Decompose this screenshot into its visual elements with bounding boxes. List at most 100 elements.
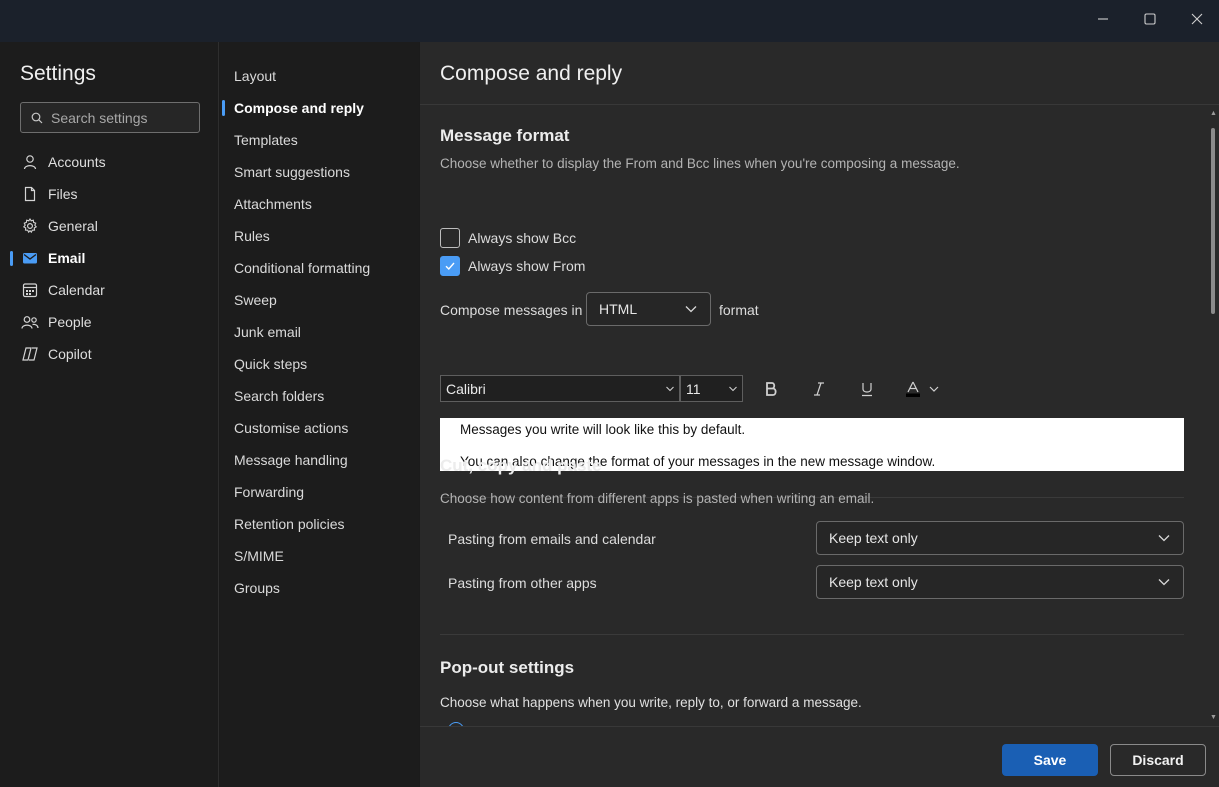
sidebar-item-people[interactable]: People [0, 308, 218, 336]
always-show-bcc-row[interactable]: Always show Bcc [440, 228, 576, 248]
preview-line-1: Messages you write will look like this b… [460, 422, 746, 437]
search-input[interactable] [51, 109, 191, 126]
title-bar [0, 0, 1219, 42]
subnav-item-attachments[interactable]: Attachments [220, 190, 419, 218]
underline-button[interactable] [854, 376, 880, 402]
scroll-up-arrow-icon[interactable]: ▲ [1210, 110, 1217, 117]
paste-other-apps-label: Pasting from other apps [448, 575, 597, 591]
format-suffix-label: format [719, 302, 759, 318]
checkmark-icon [445, 262, 455, 271]
bold-icon [766, 382, 777, 396]
search-icon [31, 112, 43, 123]
active-indicator [222, 100, 225, 116]
calendar-icon [21, 281, 39, 299]
subnav-item-search-folders[interactable]: Search folders [220, 382, 419, 410]
always-show-bcc-label: Always show Bcc [468, 230, 577, 246]
email-settings-nav: Layout Compose and reply Templates Smart… [220, 42, 419, 787]
save-button[interactable]: Save [1002, 744, 1098, 776]
font-family-value: Calibri [446, 380, 486, 397]
paste-other-apps-dropdown[interactable]: Keep text only [816, 565, 1184, 599]
settings-sidebar: Settings Accounts Files General Email Ca… [0, 42, 219, 787]
close-icon [1191, 13, 1203, 25]
sidebar-item-label: Accounts [48, 154, 106, 170]
subnav-item-conditional-formatting[interactable]: Conditional formatting [220, 254, 419, 282]
copilot-icon [21, 345, 39, 363]
maximize-icon [1144, 13, 1156, 25]
font-family-select[interactable]: Calibri [440, 375, 680, 402]
sidebar-item-label: People [48, 314, 92, 330]
message-format-description: Choose whether to display the From and B… [440, 156, 960, 171]
always-show-from-row[interactable]: Always show From [440, 256, 585, 276]
italic-button[interactable] [806, 376, 832, 402]
sidebar-item-label: Calendar [48, 282, 105, 298]
sidebar-item-copilot[interactable]: Copilot [0, 340, 218, 368]
subnav-item-junk-email[interactable]: Junk email [220, 318, 419, 346]
chevron-down-icon [1158, 579, 1170, 586]
subnav-item-rules[interactable]: Rules [220, 222, 419, 250]
paste-emails-calendar-dropdown[interactable]: Keep text only [816, 521, 1184, 555]
subnav-item-layout[interactable]: Layout [220, 62, 419, 90]
sidebar-item-accounts[interactable]: Accounts [0, 148, 218, 176]
paste-emails-calendar-label: Pasting from emails and calendar [448, 531, 656, 547]
settings-main-panel: Compose and reply Message format Choose … [420, 42, 1219, 787]
subnav-item-smart-suggestions[interactable]: Smart suggestions [220, 158, 419, 186]
settings-content: Message format Choose whether to display… [420, 106, 1206, 726]
gear-icon [21, 217, 39, 235]
underline-icon [862, 383, 872, 397]
subnav-item-customise-actions[interactable]: Customise actions [220, 414, 419, 442]
subnav-item-compose-and-reply[interactable]: Compose and reply [220, 94, 419, 122]
compose-format-dropdown[interactable]: HTML [586, 292, 711, 326]
font-size-select[interactable]: 11 [680, 375, 743, 402]
font-size-value: 11 [686, 380, 701, 397]
font-color-icon [906, 381, 939, 397]
section-divider [440, 634, 1184, 635]
sidebar-item-label: Files [48, 186, 78, 202]
subnav-item-templates[interactable]: Templates [220, 126, 419, 154]
subnav-item-retention-policies[interactable]: Retention policies [220, 510, 419, 538]
italic-icon [814, 382, 824, 396]
sidebar-item-calendar[interactable]: Calendar [0, 276, 218, 304]
subnav-item-label: Compose and reply [234, 100, 364, 116]
chevron-down-icon [1158, 535, 1170, 542]
subnav-item-quick-steps[interactable]: Quick steps [220, 350, 419, 378]
active-indicator [10, 251, 13, 266]
subnav-item-groups[interactable]: Groups [220, 574, 419, 602]
sidebar-item-files[interactable]: Files [0, 180, 218, 208]
compose-format-value: HTML [599, 301, 638, 317]
subnav-item-forwarding[interactable]: Forwarding [220, 478, 419, 506]
sidebar-item-general[interactable]: General [0, 212, 218, 240]
search-settings-box[interactable] [20, 102, 200, 133]
sidebar-item-label: Copilot [48, 346, 92, 362]
scroll-down-arrow-icon[interactable]: ▼ [1210, 714, 1217, 721]
font-color-button[interactable] [902, 376, 946, 402]
subnav-item-message-handling[interactable]: Message handling [220, 446, 419, 474]
sidebar-item-label: General [48, 218, 98, 234]
settings-title: Settings [20, 62, 96, 85]
person-icon [21, 153, 39, 171]
people-icon [21, 313, 39, 331]
maximize-button[interactable] [1127, 0, 1173, 38]
page-title: Compose and reply [440, 62, 623, 85]
cut-copy-paste-title: Cut, copy and paste [440, 456, 602, 475]
bold-button[interactable] [758, 376, 784, 402]
always-show-from-label: Always show From [468, 258, 586, 274]
file-icon [21, 185, 39, 203]
mail-icon [21, 249, 39, 267]
cut-copy-paste-description: Choose how content from different apps i… [440, 491, 875, 506]
main-header: Compose and reply [420, 42, 1219, 105]
sidebar-item-label: Email [48, 250, 86, 266]
settings-footer: Save Discard [420, 726, 1219, 787]
compose-messages-label: Compose messages in [440, 302, 583, 318]
chevron-down-icon [685, 306, 697, 313]
discard-button[interactable]: Discard [1110, 744, 1206, 776]
sidebar-item-email[interactable]: Email [0, 244, 218, 272]
close-button[interactable] [1174, 0, 1219, 38]
always-show-from-checkbox[interactable] [440, 256, 460, 276]
minimize-icon [1098, 18, 1108, 20]
scrollbar-thumb[interactable] [1211, 128, 1215, 314]
content-scrollbar[interactable]: ▲ ▼ [1206, 106, 1219, 726]
subnav-item-sweep[interactable]: Sweep [220, 286, 419, 314]
minimize-button[interactable] [1080, 0, 1126, 38]
always-show-bcc-checkbox[interactable] [440, 228, 460, 248]
subnav-item-smime[interactable]: S/MIME [220, 542, 419, 570]
